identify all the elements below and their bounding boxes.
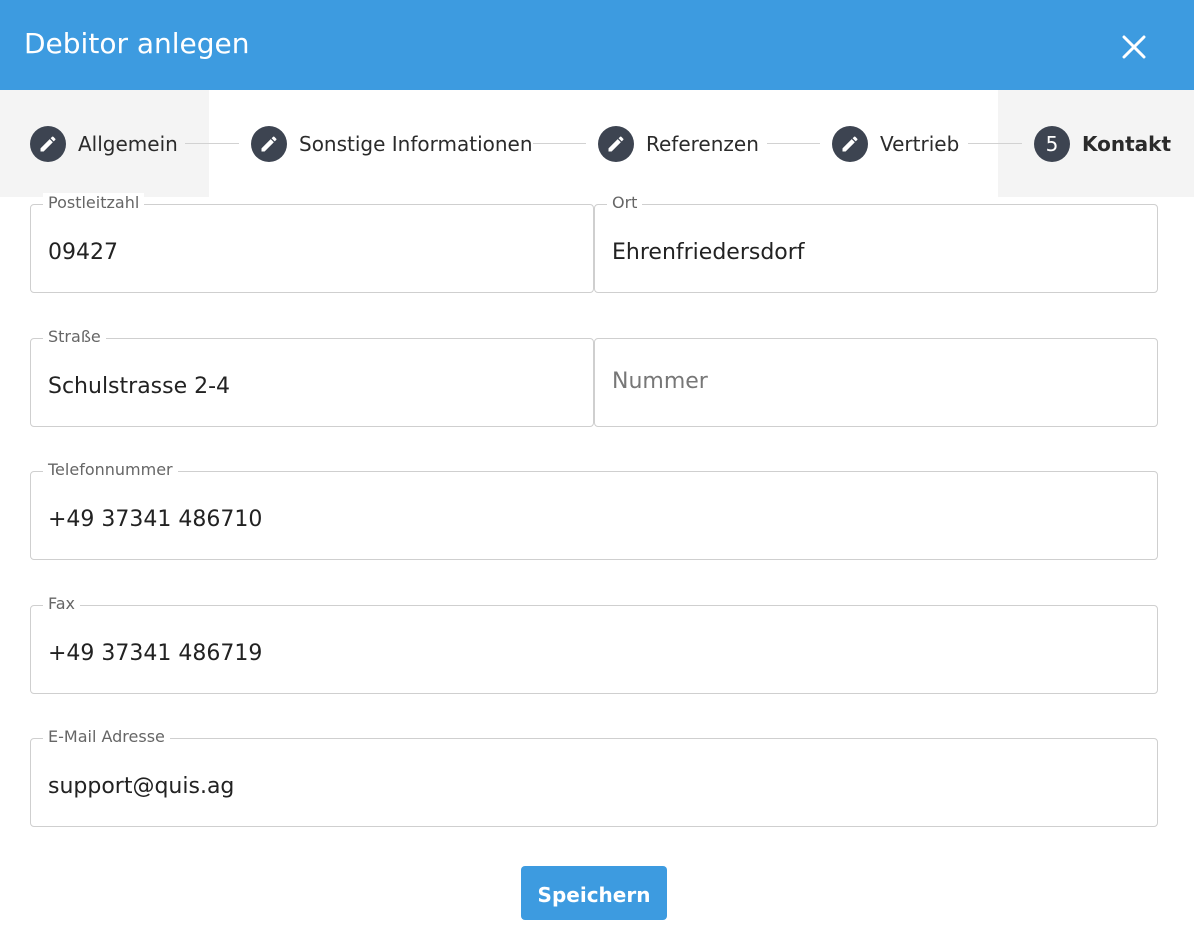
pencil-icon — [261, 136, 277, 152]
telefon-field[interactable]: Telefonnummer +49 37341 486710 — [30, 460, 1158, 560]
step-sonstige-informationen[interactable]: Sonstige Informationen — [251, 126, 533, 162]
email-label: E-Mail Adresse — [43, 727, 170, 747]
postleitzahl-value: 09427 — [48, 240, 118, 265]
email-field[interactable]: E-Mail Adresse support@quis.ag — [30, 727, 1158, 827]
step-referenzen[interactable]: Referenzen — [598, 126, 768, 162]
step-edit-circle — [251, 126, 287, 162]
nummer-placeholder: Nummer — [612, 369, 708, 394]
step-edit-circle — [598, 126, 634, 162]
step-label: Allgemein — [78, 132, 178, 156]
strasse-field[interactable]: Straße Schulstrasse 2-4 — [30, 327, 594, 427]
step-connector — [968, 143, 1022, 144]
pencil-icon — [40, 136, 56, 152]
step-connector — [767, 143, 820, 144]
telefon-label: Telefonnummer — [43, 460, 178, 480]
step-kontakt[interactable]: 5 Kontakt — [1034, 126, 1174, 162]
ort-label: Ort — [607, 193, 643, 213]
save-button[interactable]: Speichern — [521, 866, 667, 920]
dialog-title: Debitor anlegen — [24, 27, 250, 60]
step-label: Referenzen — [646, 132, 759, 156]
close-button[interactable] — [1114, 27, 1154, 67]
step-label: Vertrieb — [880, 132, 960, 156]
step-allgemein[interactable]: Allgemein — [30, 126, 190, 162]
email-value: support@quis.ag — [48, 774, 235, 799]
step-connector — [185, 143, 239, 144]
pencil-icon — [608, 136, 624, 152]
step-number: 5 — [1045, 132, 1059, 156]
close-icon — [1122, 35, 1146, 59]
fax-value: +49 37341 486719 — [48, 641, 263, 666]
step-label: Kontakt — [1082, 132, 1172, 156]
postleitzahl-label: Postleitzahl — [43, 193, 145, 213]
fax-label: Fax — [43, 594, 81, 614]
step-connector — [533, 143, 586, 144]
fax-field[interactable]: Fax +49 37341 486719 — [30, 594, 1158, 694]
step-edit-circle — [30, 126, 66, 162]
ort-field[interactable]: Ort Ehrenfriedersdorf — [594, 193, 1158, 293]
nummer-field[interactable]: Nummer — [594, 338, 1158, 427]
telefon-value: +49 37341 486710 — [48, 507, 263, 532]
step-edit-circle — [832, 126, 868, 162]
ort-value: Ehrenfriedersdorf — [612, 240, 805, 265]
step-label: Sonstige Informationen — [299, 132, 533, 156]
step-number-circle: 5 — [1034, 126, 1070, 162]
strasse-label: Straße — [43, 327, 106, 347]
strasse-value: Schulstrasse 2-4 — [48, 374, 231, 399]
pencil-icon — [842, 136, 858, 152]
postleitzahl-field[interactable]: Postleitzahl 09427 — [30, 193, 594, 293]
step-vertrieb[interactable]: Vertrieb — [832, 126, 972, 162]
dialog-header: Debitor anlegen — [0, 0, 1194, 90]
